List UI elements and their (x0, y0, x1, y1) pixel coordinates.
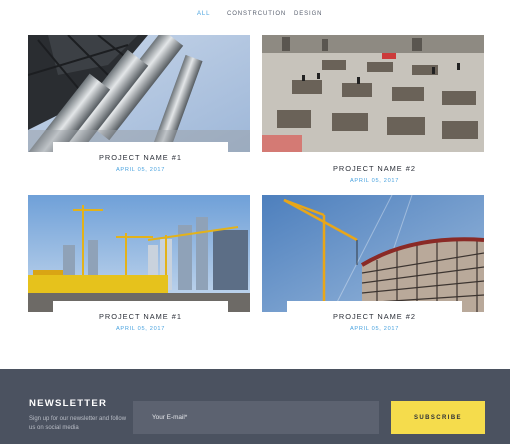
filter-design[interactable]: DESIGN (294, 11, 322, 17)
filter-construction[interactable]: CONSTRCUTION (227, 11, 286, 17)
project-4-date: APRIL 05, 2017 (349, 326, 400, 332)
filter-all[interactable]: ALL (197, 11, 210, 17)
project-1-date: APRIL 05, 2017 (115, 167, 166, 173)
newsletter-description: Sign up for our newsletter and follow us… (29, 416, 127, 431)
project-2-caption: PROJECT NAME #2 APRIL 05, 2017 (287, 153, 462, 186)
project-card-2[interactable] (262, 35, 484, 152)
project-1-photo (28, 35, 250, 152)
project-3-date: APRIL 05, 2017 (115, 326, 166, 332)
project-3-caption: PROJECT NAME #1 APRIL 05, 2017 (53, 301, 228, 334)
filter-nav: ALL CONSTRCUTION DESIGN (0, 11, 510, 21)
subscribe-button[interactable]: SUBSCRIBE (391, 401, 485, 434)
project-1-caption: PROJECT NAME #1 APRIL 05, 2017 (53, 142, 228, 175)
project-2-title[interactable]: PROJECT NAME #2 (287, 164, 462, 173)
project-4-photo (262, 195, 484, 312)
project-3-photo (28, 195, 250, 312)
project-card-4[interactable] (262, 195, 484, 312)
email-input[interactable] (133, 401, 379, 434)
project-4-caption: PROJECT NAME #2 APRIL 05, 2017 (287, 301, 462, 334)
project-card-1[interactable] (28, 35, 250, 152)
newsletter-title: NEWSLETTER (29, 398, 108, 409)
project-2-photo (262, 35, 484, 152)
project-card-3[interactable] (28, 195, 250, 312)
project-3-title[interactable]: PROJECT NAME #1 (53, 312, 228, 321)
project-1-title[interactable]: PROJECT NAME #1 (53, 153, 228, 162)
project-4-title[interactable]: PROJECT NAME #2 (287, 312, 462, 321)
project-2-date: APRIL 05, 2017 (349, 178, 400, 184)
